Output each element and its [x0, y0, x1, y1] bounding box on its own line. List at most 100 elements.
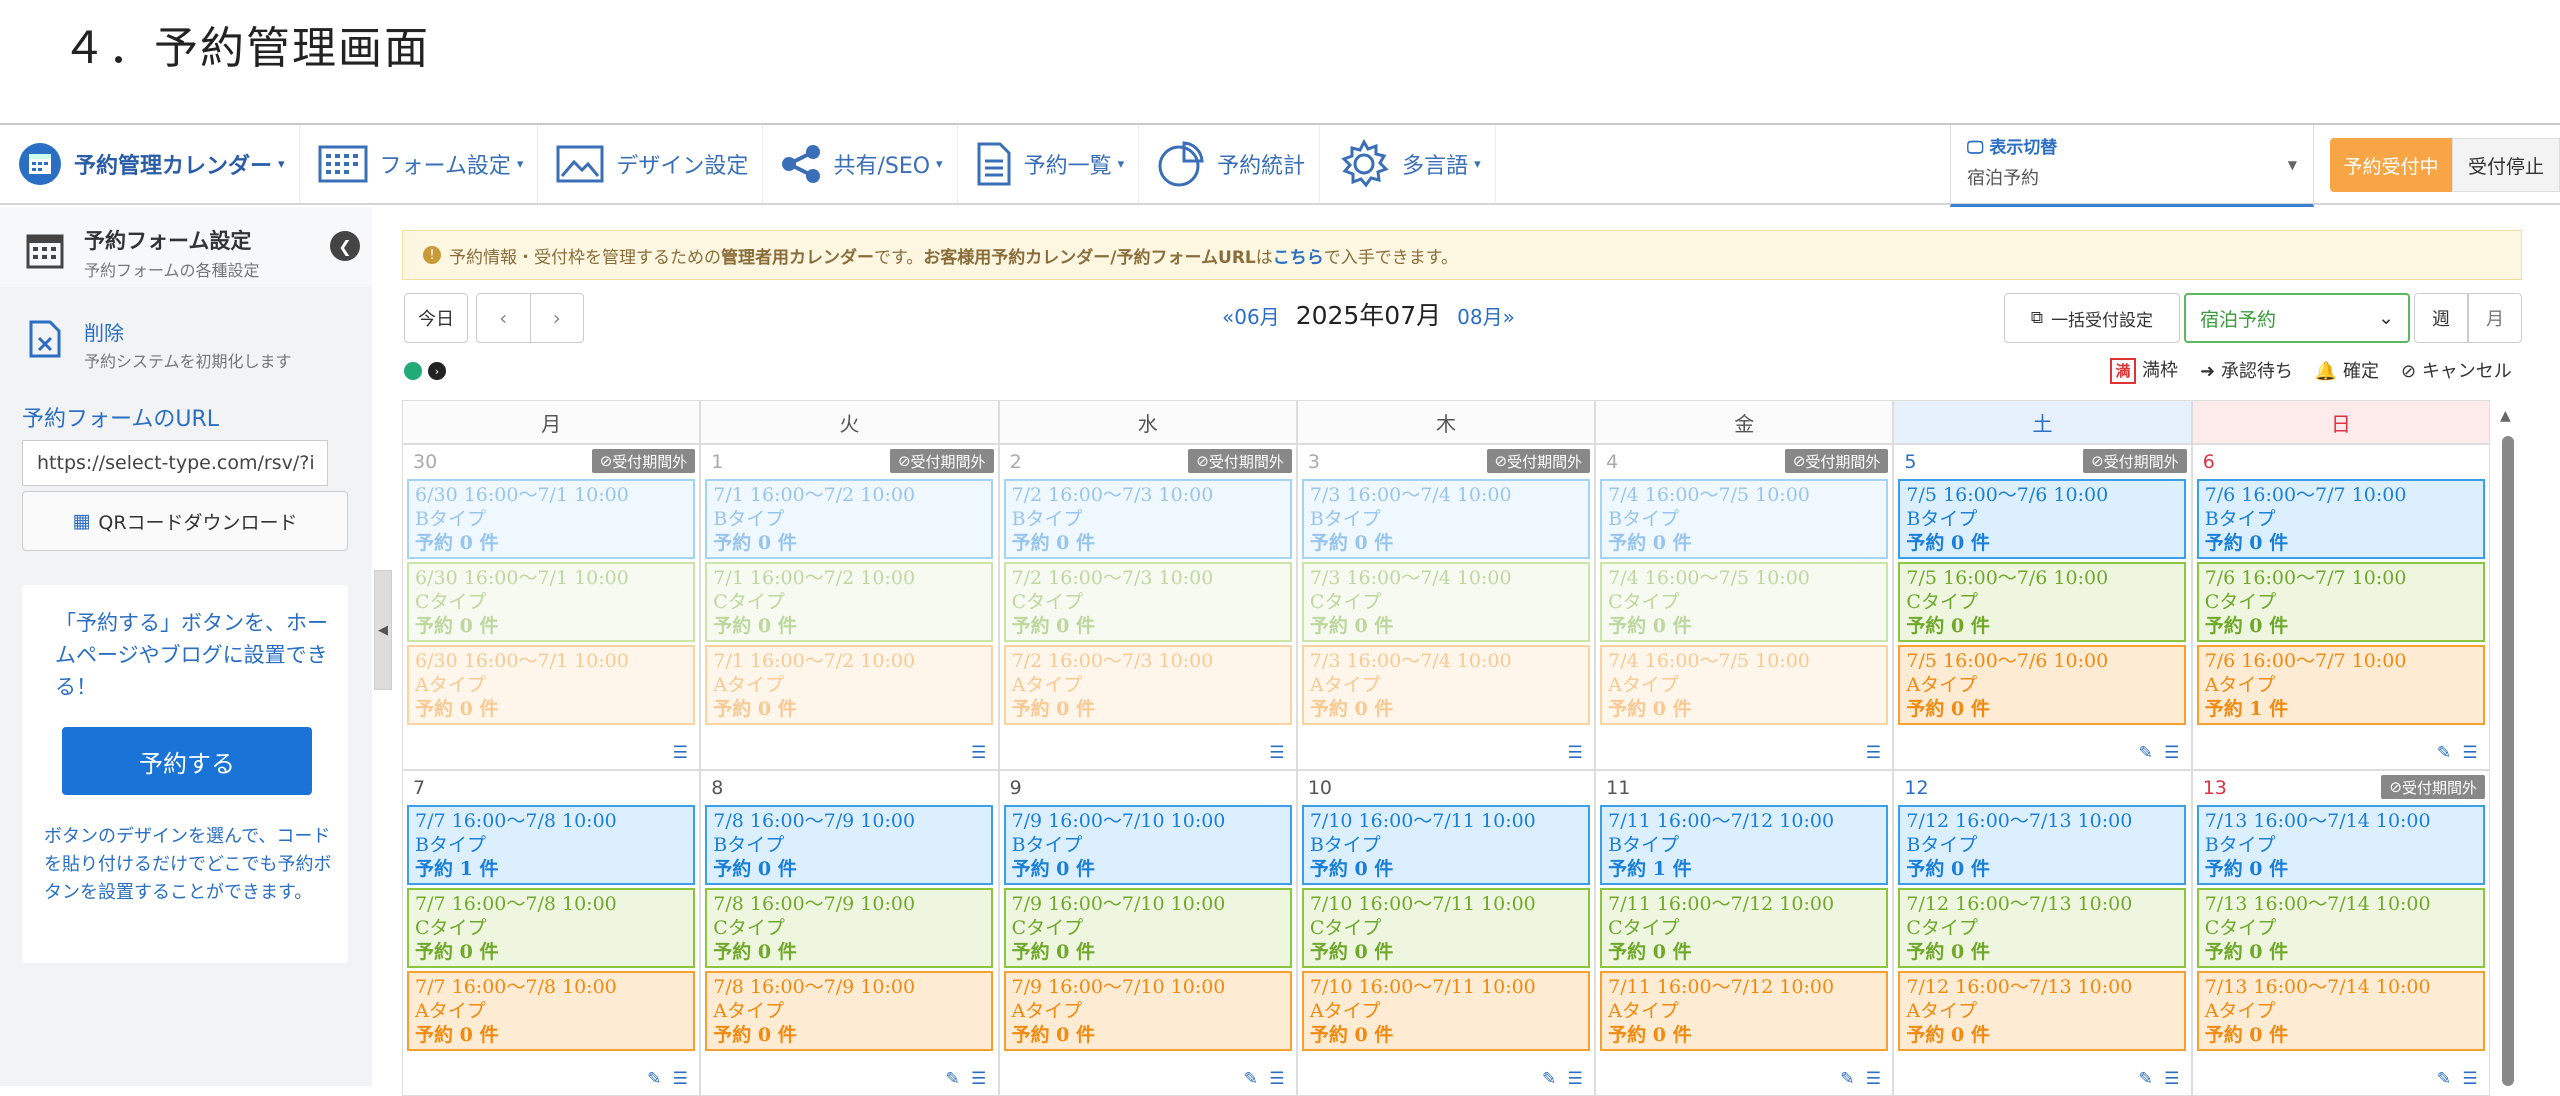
- accepting-button[interactable]: 予約受付中: [2330, 138, 2452, 192]
- scroll-thumb[interactable]: [2502, 436, 2514, 1086]
- list-icon[interactable]: ☰: [1564, 1069, 1586, 1089]
- edit-icon[interactable]: ✎: [643, 1069, 665, 1089]
- week-view-button[interactable]: 週: [2414, 293, 2468, 343]
- list-icon[interactable]: ☰: [968, 743, 990, 763]
- reservation-slot-c[interactable]: 7/6 16:00～7/7 10:00 Cタイプ 予約 0 件: [2196, 562, 2485, 642]
- reservation-slot-b[interactable]: 7/9 16:00～7/10 10:00 Bタイプ 予約 0 件: [1003, 805, 1292, 885]
- day-cell[interactable]: 13 ⊘ 受付期間外 7/13 16:00～7/14 10:00 Bタイプ 予約 0 件…: [2191, 770, 2490, 1096]
- nav-design-settings[interactable]: デザイン設定: [538, 125, 764, 203]
- reservation-slot-a[interactable]: 7/13 16:00～7/14 10:00 Aタイプ 予約 0 件: [2196, 971, 2485, 1051]
- edit-icon[interactable]: ✎: [2433, 1069, 2455, 1089]
- list-icon[interactable]: ☰: [669, 743, 691, 763]
- reservation-slot-c[interactable]: 7/3 16:00～7/4 10:00 Cタイプ 予約 0 件: [1301, 562, 1590, 642]
- qr-download-button[interactable]: ▦ QRコードダウンロード: [22, 491, 348, 551]
- reservation-slot-a[interactable]: 7/8 16:00～7/9 10:00 Aタイプ 予約 0 件: [705, 971, 994, 1051]
- reservation-slot-c[interactable]: 7/2 16:00～7/3 10:00 Cタイプ 予約 0 件: [1003, 562, 1292, 642]
- reservation-slot-a[interactable]: 7/2 16:00～7/3 10:00 Aタイプ 予約 0 件: [1003, 645, 1292, 725]
- prev-month-link[interactable]: «06月: [1222, 301, 1280, 330]
- list-icon[interactable]: ☰: [1266, 743, 1288, 763]
- nav-share-seo[interactable]: 共有/SEO ▾: [763, 125, 958, 203]
- reservation-slot-c[interactable]: 7/11 16:00～7/12 10:00 Cタイプ 予約 0 件: [1600, 888, 1889, 968]
- reservation-slot-c[interactable]: 7/8 16:00～7/9 10:00 Cタイプ 予約 0 件: [705, 888, 994, 968]
- reservation-slot-b[interactable]: 7/11 16:00～7/12 10:00 Bタイプ 予約 1 件: [1600, 805, 1889, 885]
- notice-link[interactable]: こちら: [1273, 243, 1324, 268]
- list-icon[interactable]: ☰: [1266, 1069, 1288, 1089]
- next-arrow-icon[interactable]: ›: [531, 294, 584, 342]
- collapse-sidebar-button[interactable]: ❮: [330, 231, 360, 261]
- day-cell[interactable]: 11 7/11 16:00～7/12 10:00 Bタイプ 予約 1 件 7/11 16…: [1595, 770, 1894, 1096]
- reservation-slot-c[interactable]: 6/30 16:00～7/1 10:00 Cタイプ 予約 0 件: [407, 562, 695, 642]
- reservation-slot-b[interactable]: 7/3 16:00～7/4 10:00 Bタイプ 予約 0 件: [1301, 479, 1590, 559]
- reservation-slot-c[interactable]: 7/10 16:00～7/11 10:00 Cタイプ 予約 0 件: [1301, 888, 1590, 968]
- reservation-slot-a[interactable]: 7/12 16:00～7/13 10:00 Aタイプ 予約 0 件: [1898, 971, 2187, 1051]
- reservation-slot-b[interactable]: 7/6 16:00～7/7 10:00 Bタイプ 予約 0 件: [2196, 479, 2485, 559]
- reservation-slot-a[interactable]: 7/5 16:00～7/6 10:00 Aタイプ 予約 0 件: [1898, 645, 2187, 725]
- reservation-slot-b[interactable]: 7/8 16:00～7/9 10:00 Bタイプ 予約 0 件: [705, 805, 994, 885]
- list-icon[interactable]: ☰: [669, 1069, 691, 1089]
- edit-icon[interactable]: ✎: [942, 1069, 964, 1089]
- day-cell[interactable]: 8 7/8 16:00～7/9 10:00 Bタイプ 予約 0 件 7/8 16:00～…: [700, 770, 999, 1096]
- day-cell[interactable]: 4 ⊘ 受付期間外 7/4 16:00～7/5 10:00 Bタイプ 予約 0 件 7/4…: [1595, 444, 1894, 770]
- list-icon[interactable]: ☰: [1862, 743, 1884, 763]
- list-icon[interactable]: ☰: [1564, 743, 1586, 763]
- stop-accepting-button[interactable]: 受付停止: [2452, 138, 2560, 192]
- form-url-input[interactable]: [22, 440, 328, 486]
- reservation-slot-b[interactable]: 7/10 16:00～7/11 10:00 Bタイプ 予約 0 件: [1301, 805, 1590, 885]
- reservation-slot-a[interactable]: 7/3 16:00～7/4 10:00 Aタイプ 予約 0 件: [1301, 645, 1590, 725]
- nav-reservation-stats[interactable]: 予約統計: [1139, 125, 1321, 203]
- list-icon[interactable]: ☰: [1862, 1069, 1884, 1089]
- reservation-slot-c[interactable]: 7/5 16:00～7/6 10:00 Cタイプ 予約 0 件: [1898, 562, 2187, 642]
- next-circle-icon[interactable]: ›: [428, 362, 446, 380]
- list-icon[interactable]: ☰: [2459, 1069, 2481, 1089]
- next-month-link[interactable]: 08月»: [1457, 301, 1515, 330]
- nav-form-settings[interactable]: フォーム設定 ▾: [300, 125, 539, 203]
- day-cell[interactable]: 2 ⊘ 受付期間外 7/2 16:00～7/3 10:00 Bタイプ 予約 0 件 7/2…: [998, 444, 1297, 770]
- list-icon[interactable]: ☰: [2161, 743, 2183, 763]
- edit-icon[interactable]: ✎: [1538, 1069, 1560, 1089]
- nav-reservation-list[interactable]: 予約一覧 ▾: [958, 125, 1140, 203]
- edit-icon[interactable]: ✎: [2433, 743, 2455, 763]
- day-cell[interactable]: 6 7/6 16:00～7/7 10:00 Bタイプ 予約 0 件 7/6 16:00～…: [2191, 444, 2490, 770]
- nav-multilingual[interactable]: 多言語 ▾: [1320, 125, 1496, 203]
- sidebar-toggle-handle[interactable]: ◀: [374, 570, 392, 690]
- day-cell[interactable]: 30 ⊘ 受付期間外 6/30 16:00～7/1 10:00 Bタイプ 予約 0 件6…: [402, 444, 701, 770]
- reservation-slot-b[interactable]: 7/1 16:00～7/2 10:00 Bタイプ 予約 0 件: [705, 479, 994, 559]
- reserve-button[interactable]: 予約する: [62, 727, 312, 795]
- reservation-slot-c[interactable]: 7/1 16:00～7/2 10:00 Cタイプ 予約 0 件: [705, 562, 994, 642]
- reservation-slot-c[interactable]: 7/9 16:00～7/10 10:00 Cタイプ 予約 0 件: [1003, 888, 1292, 968]
- reservation-slot-b[interactable]: 7/4 16:00～7/5 10:00 Bタイプ 予約 0 件: [1600, 479, 1889, 559]
- reservation-slot-b[interactable]: 7/12 16:00～7/13 10:00 Bタイプ 予約 0 件: [1898, 805, 2187, 885]
- edit-icon[interactable]: ✎: [1240, 1069, 1262, 1089]
- reservation-slot-b[interactable]: 7/5 16:00～7/6 10:00 Bタイプ 予約 0 件: [1898, 479, 2187, 559]
- reservation-slot-a[interactable]: 7/1 16:00～7/2 10:00 Aタイプ 予約 0 件: [705, 645, 994, 725]
- reservation-slot-c[interactable]: 7/13 16:00～7/14 10:00 Cタイプ 予約 0 件: [2196, 888, 2485, 968]
- nav-reservation-calendar[interactable]: 予約管理カレンダー ▾: [0, 125, 300, 203]
- display-switch-select[interactable]: 🖵 表示切替 宿泊予約 ▼: [1950, 125, 2314, 207]
- day-cell[interactable]: 12 7/12 16:00～7/13 10:00 Bタイプ 予約 0 件 7/12 16…: [1893, 770, 2192, 1096]
- list-icon[interactable]: ☰: [968, 1069, 990, 1089]
- day-cell[interactable]: 3 ⊘ 受付期間外 7/3 16:00～7/4 10:00 Bタイプ 予約 0 件 7/3…: [1296, 444, 1596, 770]
- sidebar-form-settings[interactable]: 予約フォーム設定 予約フォームの各種設定 ❮: [0, 207, 372, 287]
- reservation-slot-c[interactable]: 7/4 16:00～7/5 10:00 Cタイプ 予約 0 件: [1600, 562, 1889, 642]
- today-button[interactable]: 今日: [404, 293, 468, 343]
- day-cell[interactable]: 5 ⊘ 受付期間外 7/5 16:00～7/6 10:00 Bタイプ 予約 0 件 7/5…: [1893, 444, 2192, 770]
- scroll-up-icon[interactable]: ▲: [2500, 408, 2511, 424]
- reservation-slot-b[interactable]: 7/13 16:00～7/14 10:00 Bタイプ 予約 0 件: [2196, 805, 2485, 885]
- month-view-button[interactable]: 月: [2468, 293, 2522, 343]
- prev-arrow-icon[interactable]: ‹: [477, 294, 531, 342]
- edit-icon[interactable]: ✎: [2135, 1069, 2157, 1089]
- edit-icon[interactable]: ✎: [1836, 1069, 1858, 1089]
- reservation-slot-a[interactable]: 7/7 16:00～7/8 10:00 Aタイプ 予約 0 件: [407, 971, 695, 1051]
- reservation-slot-a[interactable]: 7/6 16:00～7/7 10:00 Aタイプ 予約 1 件: [2196, 645, 2485, 725]
- day-cell[interactable]: 10 7/10 16:00～7/11 10:00 Bタイプ 予約 0 件 7/10 16…: [1296, 770, 1596, 1096]
- reservation-slot-a[interactable]: 7/11 16:00～7/12 10:00 Aタイプ 予約 0 件: [1600, 971, 1889, 1051]
- day-cell[interactable]: 9 7/9 16:00～7/10 10:00 Bタイプ 予約 0 件 7/9 16:00…: [998, 770, 1297, 1096]
- reservation-slot-c[interactable]: 7/12 16:00～7/13 10:00 Cタイプ 予約 0 件: [1898, 888, 2187, 968]
- edit-icon[interactable]: ✎: [2135, 743, 2157, 763]
- list-icon[interactable]: ☰: [2459, 743, 2481, 763]
- reservation-slot-b[interactable]: 6/30 16:00～7/1 10:00 Bタイプ 予約 0 件: [407, 479, 695, 559]
- reservation-slot-c[interactable]: 7/7 16:00～7/8 10:00 Cタイプ 予約 0 件: [407, 888, 695, 968]
- reservation-slot-a[interactable]: 6/30 16:00～7/1 10:00 Aタイプ 予約 0 件: [407, 645, 695, 725]
- calendar-scrollbar[interactable]: ▲: [2500, 408, 2516, 1086]
- reservation-slot-a[interactable]: 7/4 16:00～7/5 10:00 Aタイプ 予約 0 件: [1600, 645, 1889, 725]
